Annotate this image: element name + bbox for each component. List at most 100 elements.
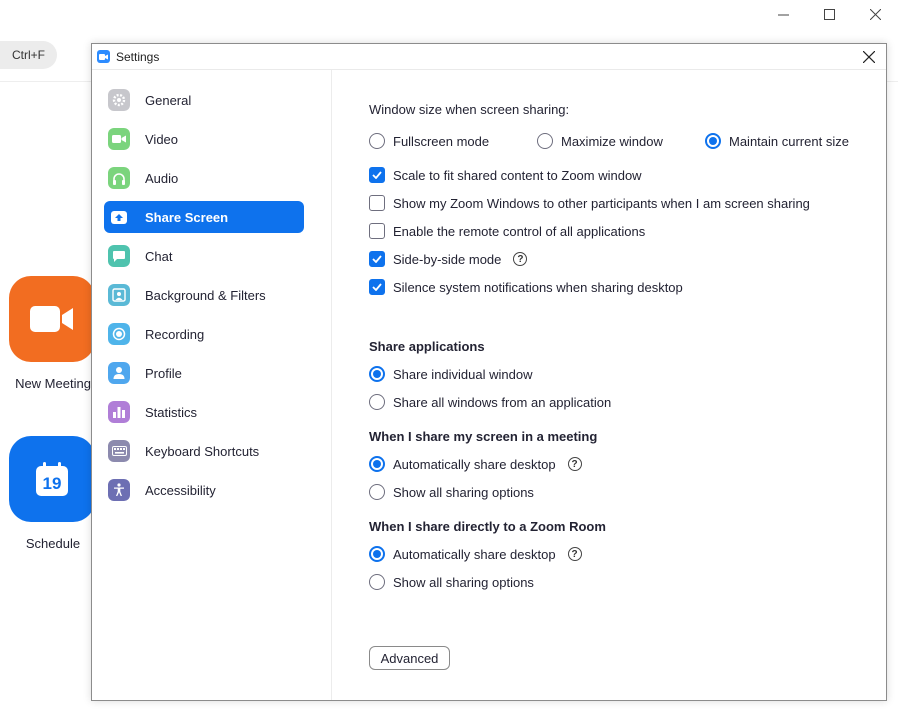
dialog-title: Settings (116, 49, 160, 64)
shortcut-hint: Ctrl+F (0, 41, 57, 69)
sidebar-item-label: Statistics (145, 404, 198, 420)
accessibility-icon (108, 479, 130, 501)
checkbox[interactable] (369, 279, 385, 295)
zoom-room-share-heading: When I share directly to a Zoom Room (369, 519, 606, 534)
radio-button[interactable] (537, 133, 553, 149)
sidebar-item-label: Recording (145, 326, 205, 342)
option-label: Maintain current size (729, 133, 849, 149)
sidebar-item-label: Share Screen (145, 209, 229, 225)
radio-button[interactable] (369, 394, 385, 410)
sidebar-item-label: Background & Filters (145, 287, 266, 303)
schedule-button[interactable]: 19 (9, 436, 95, 522)
sidebar-item-share-screen[interactable]: Share Screen (104, 201, 304, 233)
sidebar-item-video[interactable]: Video (104, 123, 304, 155)
radio-fullscreen-mode[interactable]: Fullscreen mode (369, 133, 489, 149)
checkbox[interactable] (369, 251, 385, 267)
video-camera-icon (30, 306, 73, 332)
keyboard-icon (108, 440, 130, 462)
sidebar-item-background-filters[interactable]: Background & Filters (104, 279, 304, 311)
sidebar-item-label: General (145, 92, 192, 108)
option-label: Side-by-side mode (393, 251, 502, 267)
gear-icon (108, 89, 130, 111)
share-applications-heading: Share applications (369, 339, 485, 354)
calendar-day: 19 (42, 474, 62, 493)
window-controls (760, 0, 898, 28)
radio-button[interactable] (369, 546, 385, 562)
settings-dialog: Settings General Video Audio Share Scree… (91, 43, 887, 701)
checkmark-icon (372, 255, 382, 263)
radio-button[interactable] (705, 133, 721, 149)
option-label: Maximize window (561, 133, 663, 149)
profile-icon (108, 362, 130, 384)
radio-button[interactable] (369, 484, 385, 500)
maximize-icon (823, 8, 835, 20)
sidebar-item-recording[interactable]: Recording (104, 318, 304, 350)
radio-button[interactable] (369, 574, 385, 590)
radio-share-all-windows[interactable]: Share all windows from an application (369, 394, 611, 410)
sidebar-item-accessibility[interactable]: Accessibility (104, 474, 304, 506)
close-icon (869, 8, 881, 20)
radio-room-show-all-options[interactable]: Show all sharing options (369, 574, 534, 590)
checkbox-show-zoom-windows[interactable]: Show my Zoom Windows to other participan… (369, 195, 810, 211)
checkbox[interactable] (369, 195, 385, 211)
option-label: Fullscreen mode (393, 133, 490, 149)
option-label: Share all windows from an application (393, 394, 612, 410)
radio-maximize-window[interactable]: Maximize window (537, 133, 663, 149)
option-label: Scale to fit shared content to Zoom wind… (393, 167, 642, 183)
dialog-close-button[interactable] (860, 48, 878, 66)
bar-chart-icon (108, 401, 130, 423)
sidebar-item-profile[interactable]: Profile (104, 357, 304, 389)
sidebar-item-label: Audio (145, 170, 179, 186)
person-portrait-icon (108, 284, 130, 306)
radio-share-individual-window[interactable]: Share individual window (369, 366, 532, 382)
sidebar-item-general[interactable]: General (104, 84, 304, 116)
radio-meeting-auto-share-desktop[interactable]: Automatically share desktop ? (369, 456, 582, 472)
maximize-button[interactable] (806, 0, 852, 28)
video-camera-icon (108, 128, 130, 150)
share-screen-icon (111, 210, 127, 224)
minimize-button[interactable] (760, 0, 806, 28)
sidebar-item-chat[interactable]: Chat (104, 240, 304, 272)
option-label: Share individual window (393, 366, 533, 382)
radio-maintain-current-size[interactable]: Maintain current size (705, 133, 849, 149)
checkbox-side-by-side[interactable]: Side-by-side mode ? (369, 251, 528, 267)
checkbox-remote-control[interactable]: Enable the remote control of all applica… (369, 223, 645, 239)
settings-sidebar: General Video Audio Share Screen Chat Ba… (92, 70, 332, 700)
radio-button[interactable] (369, 366, 385, 382)
new-meeting-button[interactable] (9, 276, 95, 362)
option-label: Show my Zoom Windows to other participan… (393, 195, 810, 211)
checkbox-silence-notifications[interactable]: Silence system notifications when sharin… (369, 279, 683, 295)
checkbox-scale-to-fit[interactable]: Scale to fit shared content to Zoom wind… (369, 167, 642, 183)
radio-room-auto-share-desktop[interactable]: Automatically share desktop ? (369, 546, 582, 562)
sidebar-item-label: Profile (145, 365, 182, 381)
radio-button[interactable] (369, 456, 385, 472)
sidebar-item-label: Accessibility (145, 482, 216, 498)
option-label: Enable the remote control of all applica… (393, 223, 646, 239)
checkbox[interactable] (369, 223, 385, 239)
checkmark-icon (372, 283, 382, 291)
help-icon[interactable]: ? (513, 252, 528, 266)
option-label: Automatically share desktop (393, 546, 556, 562)
chat-bubble-icon (108, 245, 130, 267)
help-icon[interactable]: ? (567, 457, 582, 471)
advanced-button[interactable]: Advanced (369, 646, 450, 670)
record-icon (108, 323, 130, 345)
option-label: Show all sharing options (393, 484, 534, 500)
radio-button[interactable] (369, 133, 385, 149)
schedule-label: Schedule (25, 536, 81, 551)
window-close-button[interactable] (852, 0, 898, 28)
checkbox[interactable] (369, 167, 385, 183)
window-size-label: Window size when screen sharing: (369, 102, 570, 117)
headphones-icon (108, 167, 130, 189)
option-label: Silence system notifications when sharin… (393, 279, 683, 295)
sidebar-item-audio[interactable]: Audio (104, 162, 304, 194)
sidebar-item-statistics[interactable]: Statistics (104, 396, 304, 428)
help-icon[interactable]: ? (567, 547, 582, 561)
sidebar-item-keyboard-shortcuts[interactable]: Keyboard Shortcuts (104, 435, 304, 467)
new-meeting-label: New Meeting (15, 376, 91, 391)
radio-meeting-show-all-options[interactable]: Show all sharing options (369, 484, 534, 500)
close-icon (863, 51, 875, 63)
option-label: Automatically share desktop (393, 456, 556, 472)
checkmark-icon (372, 171, 382, 179)
sidebar-item-label: Keyboard Shortcuts (145, 443, 260, 459)
